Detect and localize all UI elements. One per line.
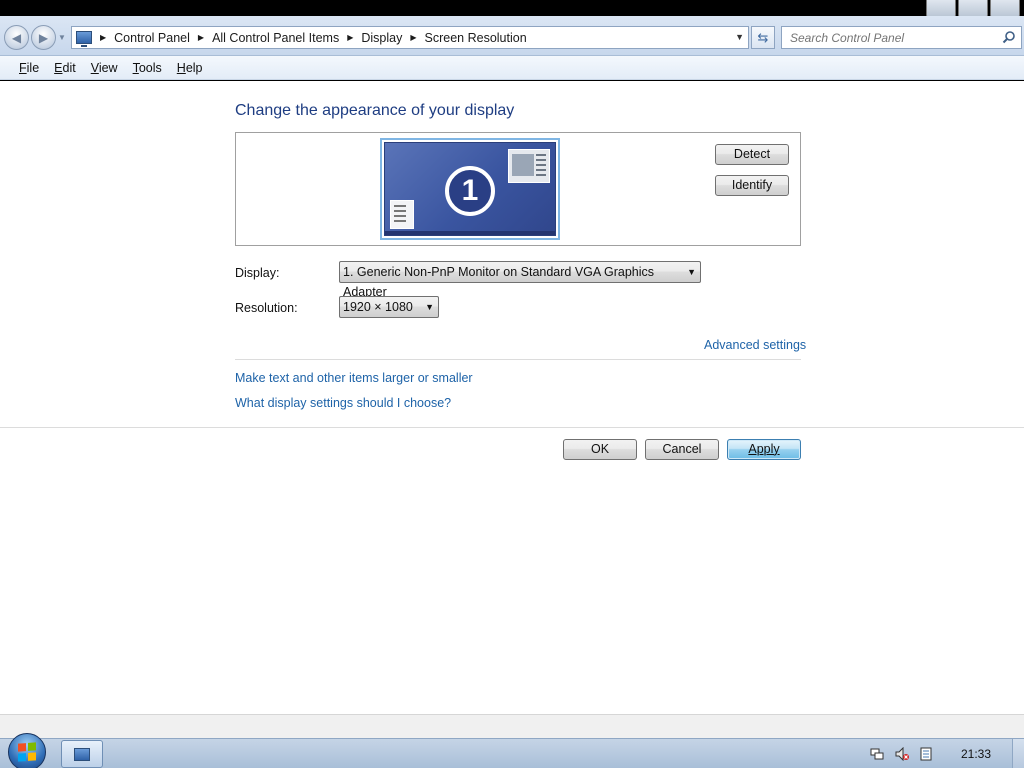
window-top-strip — [0, 0, 1024, 18]
taskbar: 21:33 — [0, 733, 1024, 768]
breadcrumb-arrow-icon[interactable]: ▶ — [410, 33, 416, 42]
refresh-icon: ⇆ — [757, 29, 769, 45]
section-divider — [235, 359, 801, 360]
menu-view[interactable]: View — [91, 61, 118, 75]
breadcrumb-control-panel[interactable]: Control Panel — [114, 31, 190, 45]
address-dropdown-icon[interactable]: ▼ — [735, 32, 744, 42]
control-panel-icon — [76, 31, 92, 47]
detect-button[interactable]: Detect — [715, 144, 789, 165]
resolution-select[interactable]: 1920 × 1080 ▼ — [339, 296, 439, 318]
display-label: Display: — [235, 266, 280, 280]
text-size-link[interactable]: Make text and other items larger or smal… — [235, 371, 473, 385]
sample-taskbar — [385, 231, 555, 235]
menu-file[interactable]: File — [19, 61, 39, 75]
volume-muted-icon[interactable] — [895, 747, 909, 761]
show-desktop-button[interactable] — [1012, 739, 1024, 768]
network-icon[interactable] — [870, 747, 884, 761]
menu-tools[interactable]: Tools — [133, 61, 162, 75]
breadcrumb: ▶ Control Panel ▶ All Control Panel Item… — [98, 31, 527, 45]
back-button[interactable]: ◀ — [4, 25, 29, 50]
start-button[interactable] — [8, 733, 46, 768]
sample-document-icon — [390, 200, 414, 229]
apply-button[interactable]: Apply — [727, 439, 801, 460]
action-center-icon[interactable] — [919, 747, 933, 761]
recent-pages-dropdown[interactable]: ▼ — [58, 33, 66, 42]
search-icon[interactable] — [1002, 30, 1016, 44]
breadcrumb-arrow-icon[interactable]: ▶ — [198, 33, 204, 42]
breadcrumb-arrow-icon[interactable]: ▶ — [347, 33, 353, 42]
footer-divider — [0, 427, 1024, 428]
address-bar[interactable]: ▶ Control Panel ▶ All Control Panel Item… — [71, 26, 749, 49]
back-arrow-icon: ◀ — [11, 30, 22, 45]
page-title: Change the appearance of your display — [235, 102, 515, 119]
control-panel-icon — [74, 747, 90, 761]
display-help-link[interactable]: What display settings should I choose? — [235, 396, 451, 410]
search-box[interactable] — [781, 26, 1022, 49]
sample-window-icon — [508, 149, 550, 183]
chevron-down-icon: ▼ — [687, 267, 696, 277]
forward-arrow-icon: ▶ — [38, 30, 49, 45]
menu-help[interactable]: Help — [177, 61, 203, 75]
breadcrumb-all-items[interactable]: All Control Panel Items — [212, 31, 339, 45]
breadcrumb-screen-resolution[interactable]: Screen Resolution — [425, 31, 527, 45]
menu-edit[interactable]: Edit — [54, 61, 76, 75]
cancel-button[interactable]: Cancel — [645, 439, 719, 460]
chevron-down-icon: ▼ — [425, 302, 434, 312]
windows-logo-icon — [18, 742, 36, 762]
display-select[interactable]: 1. Generic Non-PnP Monitor on Standard V… — [339, 261, 701, 299]
search-input[interactable] — [782, 27, 992, 48]
monitor-1-preview[interactable]: 1 — [380, 138, 560, 240]
breadcrumb-display[interactable]: Display — [361, 31, 402, 45]
monitor-number-badge: 1 — [445, 166, 495, 216]
resolution-label: Resolution: — [235, 301, 298, 315]
status-bar — [0, 714, 1024, 738]
identify-button[interactable]: Identify — [715, 175, 789, 196]
navigation-bar: ◀ ▶ ▼ ▶ Control Panel ▶ All Control Pane… — [0, 16, 1024, 56]
breadcrumb-arrow-icon[interactable]: ▶ — [100, 33, 106, 42]
resolution-select-value: 1920 × 1080 — [343, 300, 413, 314]
display-preview-area: 1 Detect Identify — [235, 132, 801, 246]
taskbar-control-panel[interactable] — [61, 740, 103, 768]
monitor-screen: 1 — [384, 142, 556, 236]
clock[interactable]: 21:33 — [961, 747, 991, 761]
advanced-settings-link[interactable]: Advanced settings — [704, 338, 806, 352]
refresh-button[interactable]: ⇆ — [751, 26, 775, 49]
screen-resolution-panel: Change the appearance of your display 1 … — [0, 81, 1024, 714]
forward-button[interactable]: ▶ — [31, 25, 56, 50]
display-select-value: 1. Generic Non-PnP Monitor on Standard V… — [343, 265, 655, 299]
ok-button[interactable]: OK — [563, 439, 637, 460]
menu-bar: File Edit View Tools Help — [0, 56, 1024, 80]
